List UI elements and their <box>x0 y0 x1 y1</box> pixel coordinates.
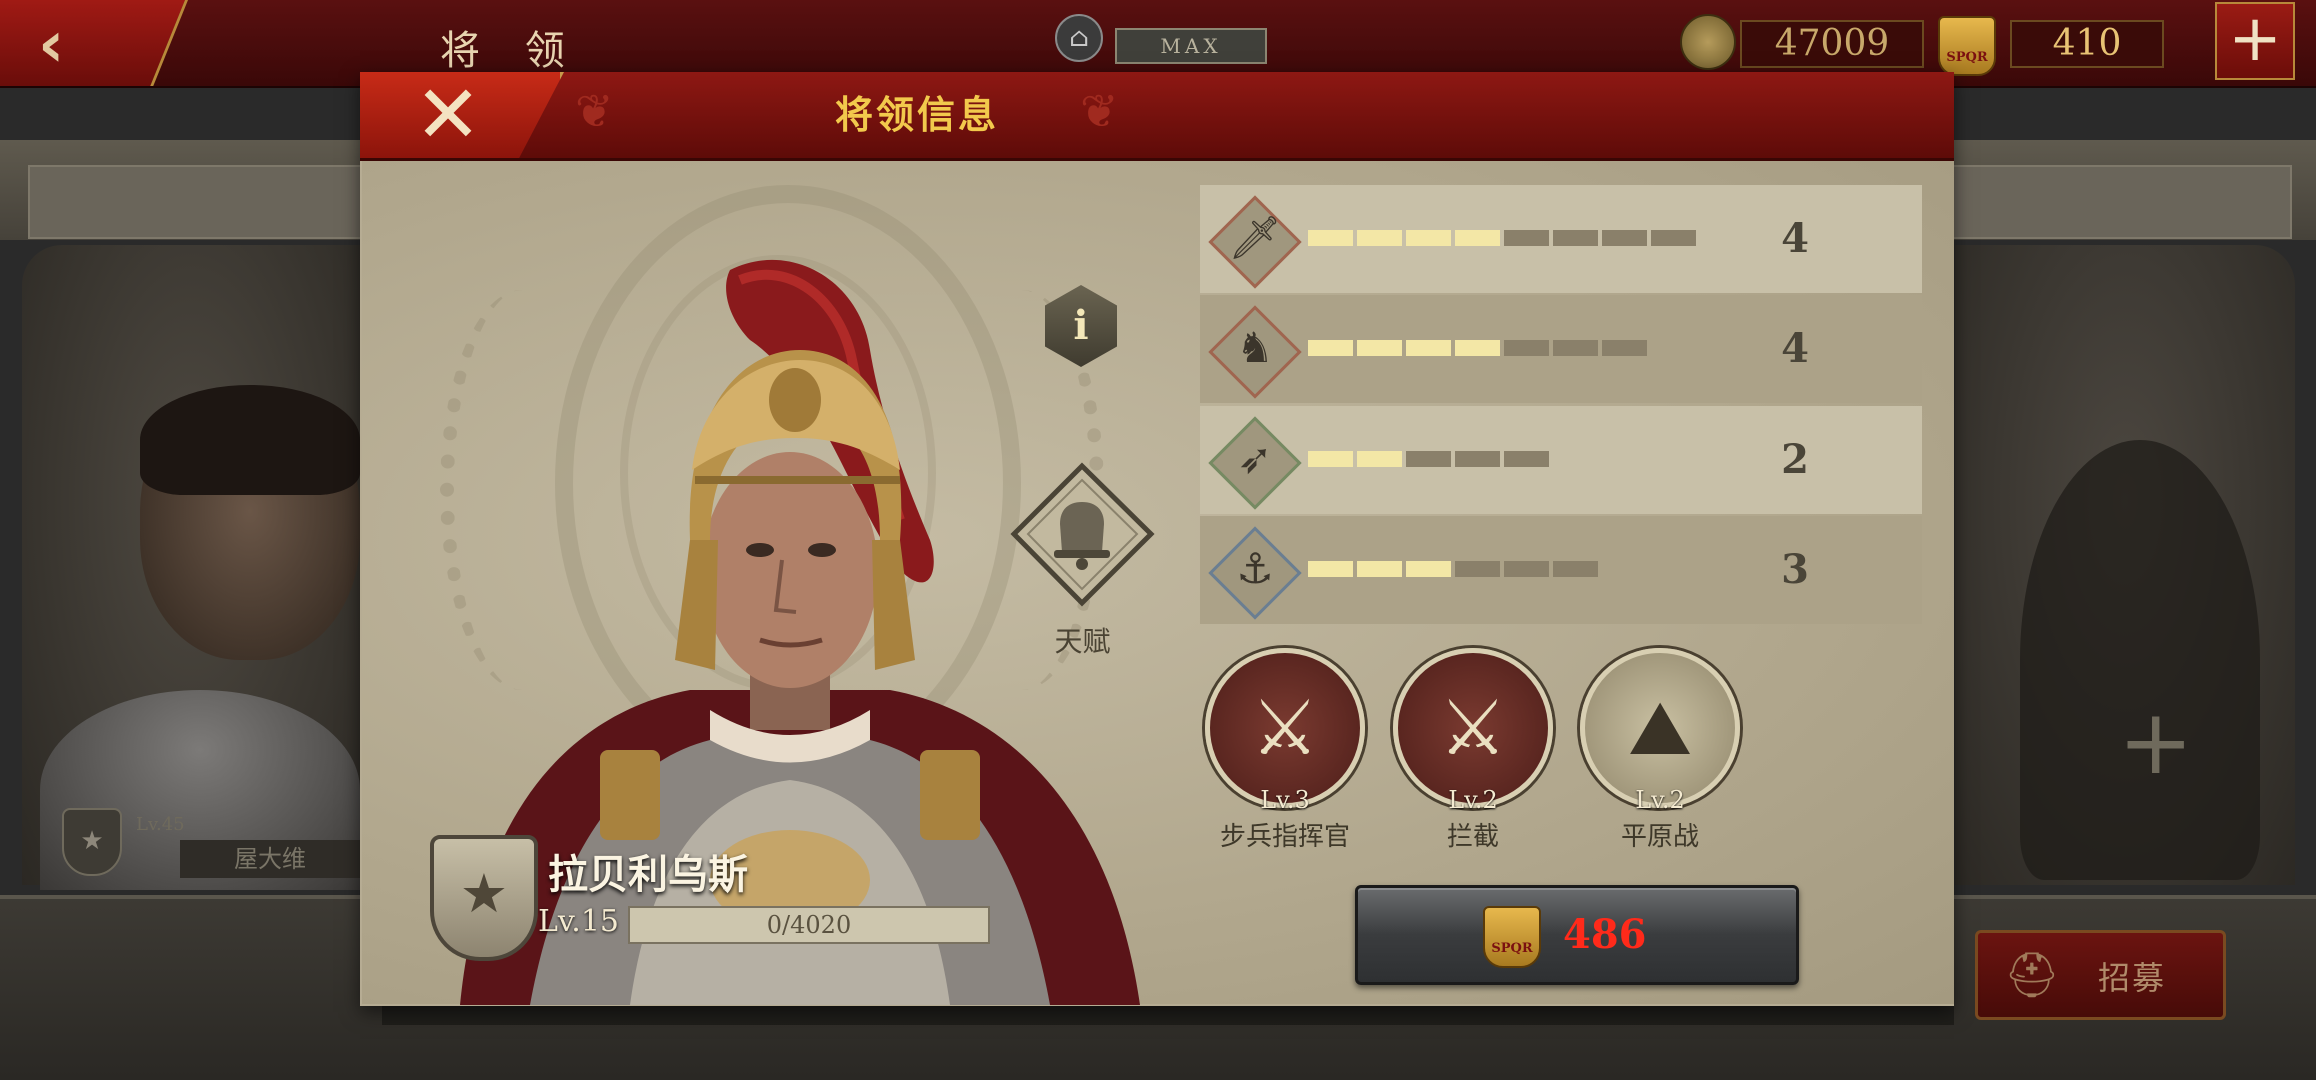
stat-value: 2 <box>1781 436 1809 483</box>
stats-panel: 🗡 4 ♞ 4 ➶ 2 ⚓ 3 <box>1200 185 1922 625</box>
left-card-name: 屋大维 <box>180 840 360 878</box>
back-arrow-icon[interactable]: ‹ <box>38 8 64 82</box>
stat-bar-segment <box>1455 230 1500 246</box>
cost-value: 486 <box>1563 911 1647 958</box>
stat-bar-segment <box>1553 340 1598 356</box>
skill-plains-battle[interactable]: ⛰ Lv.2 平原战 <box>1580 648 1740 853</box>
modal-header: 将领信息 ❦ ❦ <box>360 72 1954 161</box>
close-icon[interactable]: ✕ <box>398 72 498 158</box>
stat-bar-segment <box>1504 340 1549 356</box>
stat-bar-segment <box>1455 340 1500 356</box>
stat-bar <box>1308 230 1696 246</box>
experience-bar: 0/4020 <box>628 906 990 944</box>
stat-bar-segment <box>1406 561 1451 577</box>
stat-bar-segment <box>1504 451 1549 467</box>
skill-infantry-commander[interactable]: ⚔ Lv.3 步兵指挥官 <box>1205 648 1365 853</box>
laurel-right-icon: ❦ <box>1080 84 1119 138</box>
soldier-attack-icon[interactable]: ⚔ <box>1398 653 1548 803</box>
talent-label: 天赋 <box>1054 625 1111 658</box>
stat-bar-segment <box>1308 561 1353 577</box>
left-card-badge-icon: ★ <box>62 808 122 876</box>
stat-bar-segment <box>1308 340 1353 356</box>
stat-bar-segment <box>1553 230 1598 246</box>
stat-row-infantry: 🗡 4 <box>1200 185 1922 293</box>
left-portrait-hair <box>140 385 360 495</box>
stat-bar <box>1308 561 1598 577</box>
general-name: 拉贝利乌斯 <box>548 851 748 898</box>
stat-value: 4 <box>1781 325 1809 372</box>
stat-row-archery: ➶ 2 <box>1200 406 1922 514</box>
recruit-button[interactable]: ⛑ 招募 <box>1975 930 2226 1020</box>
stat-bar-segment <box>1308 230 1353 246</box>
sword-icon: 🗡 <box>1228 213 1282 262</box>
spqr-amount: 410 <box>2010 20 2164 68</box>
spqr-icon: SPQR <box>1938 16 1996 76</box>
stat-bar-segment <box>1553 561 1598 577</box>
experience-text: 0/4020 <box>766 911 852 939</box>
skill-level: Lv.2 <box>1635 786 1685 814</box>
temple-icon: ⌂ <box>1055 14 1103 62</box>
recruit-label: 招募 <box>2098 959 2167 997</box>
stat-bar-segment <box>1504 561 1549 577</box>
stat-bar-segment <box>1406 451 1451 467</box>
general-level: Lv.15 <box>538 904 620 939</box>
skill-icon-frame[interactable]: ⛰ <box>1580 648 1740 808</box>
skill-level: Lv.3 <box>1260 786 1310 814</box>
stat-bar-segment <box>1455 561 1500 577</box>
skill-name: 拦截 <box>1446 822 1499 852</box>
coin-amount: 47009 <box>1740 20 1924 68</box>
stat-bar-segment <box>1406 230 1451 246</box>
bell-icon[interactable] <box>1010 462 1155 607</box>
stat-bar-segment <box>1357 230 1402 246</box>
stat-bar <box>1308 340 1647 356</box>
stat-bar-segment <box>1357 561 1402 577</box>
stat-bar <box>1308 451 1549 467</box>
stat-bar-segment <box>1651 230 1696 246</box>
stat-bar-segment <box>1406 340 1451 356</box>
stat-bar-segment <box>1357 340 1402 356</box>
spqr-coin-icon: SPQR <box>1483 906 1541 968</box>
bow-icon: ➶ <box>1237 434 1273 483</box>
stat-row-navy: ⚓ 3 <box>1200 516 1922 624</box>
laurel-left-icon: ❦ <box>575 84 614 138</box>
star-icon: ★ <box>459 862 509 925</box>
skill-name: 平原战 <box>1620 822 1699 852</box>
max-label: MAX <box>1115 28 1267 64</box>
stat-row-cavalry: ♞ 4 <box>1200 295 1922 403</box>
stat-bar-segment <box>1504 230 1549 246</box>
skill-icon-frame[interactable]: ⚔ <box>1205 648 1365 808</box>
helmet-plus-icon: ⛑ <box>2004 950 2060 1001</box>
plain-field-icon[interactable]: ⛰ <box>1585 653 1735 803</box>
stat-bar-segment <box>1455 451 1500 467</box>
skill-level: Lv.2 <box>1448 786 1498 814</box>
stat-bar-segment <box>1308 451 1353 467</box>
skill-intercept[interactable]: ⚔ Lv.2 拦截 <box>1393 648 1553 853</box>
skill-name: 步兵指挥官 <box>1219 822 1350 852</box>
stat-bar-segment <box>1602 340 1647 356</box>
coin-icon <box>1680 14 1736 70</box>
stat-value: 3 <box>1781 546 1809 593</box>
add-currency-button[interactable]: + <box>2215 2 2295 80</box>
anchor-icon: ⚓ <box>1236 544 1274 593</box>
crossed-swords-icon[interactable]: ⚔ <box>1210 653 1360 803</box>
skill-icon-frame[interactable]: ⚔ <box>1393 648 1553 808</box>
recruit-cost-button[interactable]: SPQR 486 <box>1355 885 1799 985</box>
screen-title: 将 领 <box>440 28 581 74</box>
horse-icon: ♞ <box>1236 323 1274 372</box>
stat-bar-segment <box>1602 230 1647 246</box>
left-card-level: Lv.45 <box>136 814 185 835</box>
stat-value: 4 <box>1781 215 1809 262</box>
rank-shield: ★ <box>430 835 538 961</box>
add-general-icon[interactable]: + <box>2118 690 2193 795</box>
talent-button[interactable] <box>1010 462 1155 607</box>
locked-silhouette <box>2020 440 2260 880</box>
stat-bar-segment <box>1357 451 1402 467</box>
